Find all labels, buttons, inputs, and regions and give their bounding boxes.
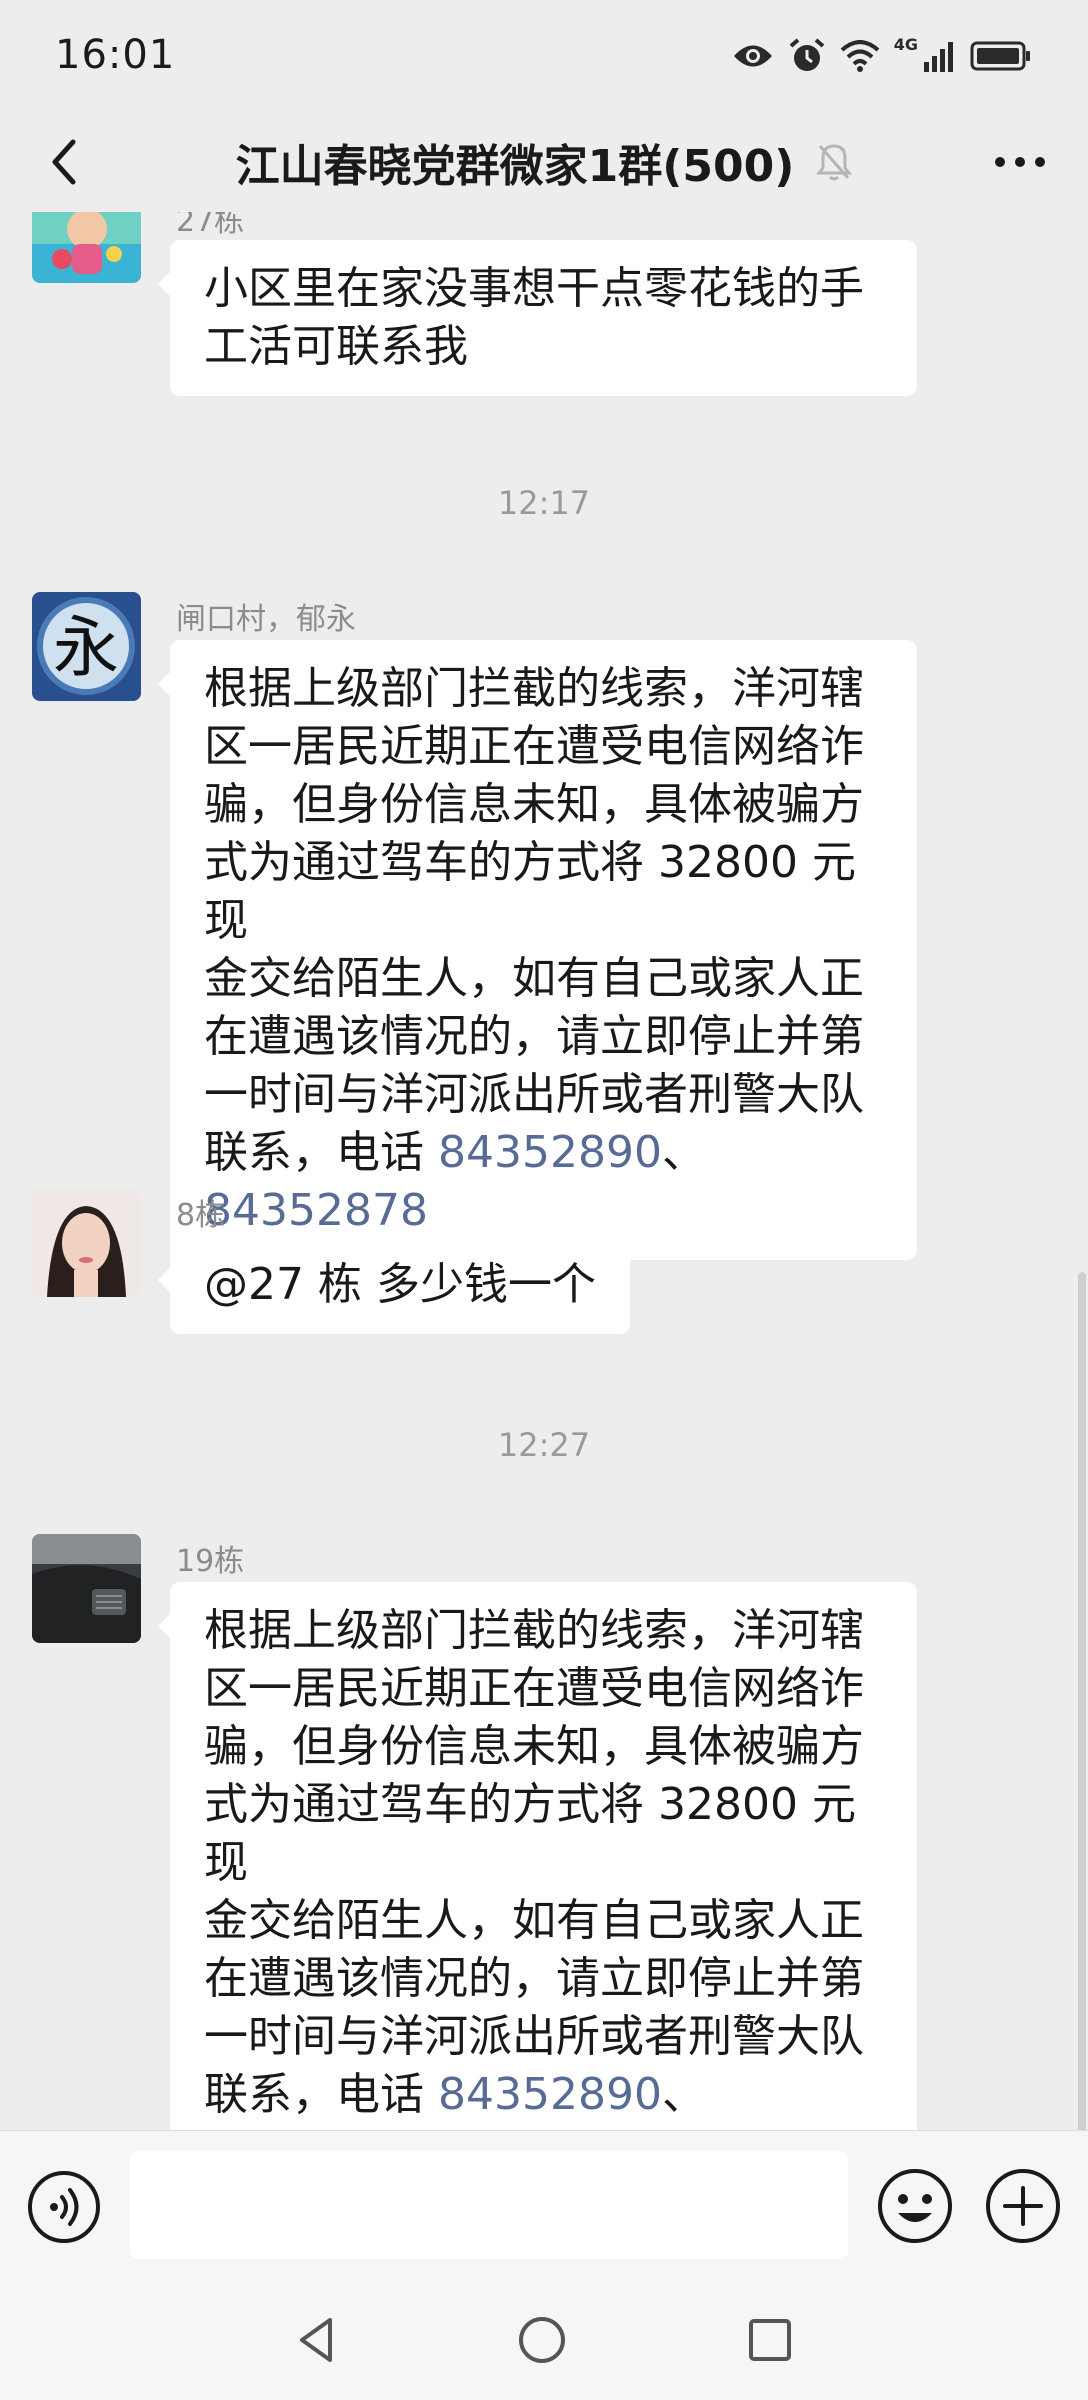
message-line: 联系，电话 84352890、84352878: [204, 2066, 883, 2130]
phone-link[interactable]: 84352890: [438, 1127, 662, 1178]
status-time: 16:01: [55, 32, 176, 78]
message-line: 区一居民近期正在遭受电信网络诈: [204, 1663, 864, 1714]
message-line: 骗，但身份信息未知，具体被骗方: [204, 1721, 864, 1772]
voice-button[interactable]: [26, 2169, 102, 2245]
character-yong-avatar: 永: [32, 592, 141, 701]
network-label: 4G: [893, 34, 918, 54]
status-icons: 4G: [732, 34, 1032, 76]
message-bubble[interactable]: @27 栋 多少钱一个: [158, 1236, 630, 1334]
phone-link[interactable]: 84352878: [204, 1185, 428, 1236]
message-line: 式为通过驾车的方式将 32800 元现: [204, 837, 856, 946]
back-button[interactable]: [28, 126, 100, 198]
sender-name: 27栋: [176, 212, 245, 239]
message-line: 在遭遇该情况的，请立即停止并第: [204, 1011, 864, 1062]
separator: 、: [661, 2069, 706, 2120]
message-line: 一时间与洋河派出所或者刑警大队: [204, 2011, 864, 2062]
avatar-27[interactable]: [32, 212, 141, 283]
avatar-8[interactable]: [32, 1188, 141, 1297]
mute-bell-icon: [816, 144, 853, 181]
avatar-character: 永: [53, 609, 119, 686]
message-bubble[interactable]: 根据上级部门拦截的线索，洋河辖 区一居民近期正在遭受电信网络诈 骗，但身份信息未…: [158, 640, 917, 1260]
sender-name: 闸口村，郁永: [176, 602, 356, 637]
woman-photo-avatar: [32, 1188, 141, 1297]
line-prefix: 联系，电话: [204, 1127, 438, 1178]
nav-back-icon: [300, 2318, 332, 2362]
message-line: 联系，电话 84352890、 84352878: [204, 1124, 883, 1240]
message-line: 区一居民近期正在遭受电信网络诈: [204, 721, 864, 772]
more-button[interactable]: [980, 126, 1060, 198]
message-line: 根据上级部门拦截的线索，洋河辖: [204, 1605, 864, 1656]
timestamp: 12:27: [497, 1426, 591, 1464]
line-prefix: 联系，电话: [204, 2069, 438, 2120]
chat-title-text: 江山春晓党群微家1群(500): [235, 141, 795, 192]
nav-back-button[interactable]: [290, 2312, 346, 2368]
eye-icon: [733, 45, 772, 67]
message-line: 小区里在家没事想干点零花钱的手: [204, 263, 864, 314]
separator: 、: [661, 1127, 706, 1178]
message-line: 工活可联系我: [204, 321, 468, 372]
voice-icon: [28, 2171, 100, 2243]
signal-icon: [924, 42, 953, 72]
message-line: @27 栋 多少钱一个: [204, 1259, 596, 1310]
add-icon: [986, 2169, 1060, 2243]
message-line: 金交给陌生人，如有自己或家人正: [204, 953, 864, 1004]
sender-name: 8栋: [176, 1198, 226, 1233]
nav-home-button[interactable]: [514, 2312, 570, 2368]
message-line: 一时间与洋河派出所或者刑警大队: [204, 1069, 864, 1120]
alarm-icon: [789, 38, 825, 71]
message-line: 在遭遇该情况的，请立即停止并第: [204, 1953, 864, 2004]
emoji-button[interactable]: [876, 2167, 954, 2245]
car-interior-avatar: [32, 1534, 141, 1643]
back-arrow-icon: [52, 139, 76, 185]
message-bubble[interactable]: 根据上级部门拦截的线索，洋河辖 区一居民近期正在遭受电信网络诈 骗，但身份信息未…: [158, 1582, 917, 2130]
nav-recent-button[interactable]: [742, 2312, 798, 2368]
message-bubble[interactable]: 小区里在家没事想干点零花钱的手 工活可联系我: [158, 240, 917, 396]
chat-screen: 16:01 4G 江山春晓党群微家1群(500) 27栋 小区里在家没事想干点零…: [0, 0, 1088, 2400]
battery-icon: [970, 41, 1030, 71]
timestamp: 12:17: [497, 484, 591, 522]
system-nav-bar: [0, 2282, 1088, 2400]
child-photo-avatar: [32, 212, 141, 283]
emoji-icon: [878, 2169, 952, 2243]
message-line: 式为通过驾车的方式将 32800 元现: [204, 1779, 856, 1888]
add-button[interactable]: [984, 2167, 1062, 2245]
message-line: 根据上级部门拦截的线索，洋河辖: [204, 663, 864, 714]
avatar-zhakoucun[interactable]: 永: [32, 592, 141, 701]
wifi-icon: [840, 40, 880, 72]
chat-title: 江山春晓党群微家1群(500): [0, 112, 1088, 212]
message-input[interactable]: [130, 2151, 848, 2259]
avatar-19[interactable]: [32, 1534, 141, 1643]
message-list[interactable]: 27栋 小区里在家没事想干点零花钱的手 工活可联系我 12:17 永 闸口村，郁…: [0, 212, 1088, 2130]
message-line: 骗，但身份信息未知，具体被骗方: [204, 779, 864, 830]
sender-name: 19栋: [176, 1544, 245, 1579]
nav-home-icon: [519, 2317, 565, 2363]
more-dots-icon: [995, 157, 1045, 167]
scrollbar[interactable]: [1078, 1272, 1086, 2130]
status-bar: 16:01 4G: [0, 0, 1088, 112]
phone-link[interactable]: 84352890: [438, 2069, 662, 2120]
message-line: 金交给陌生人，如有自己或家人正: [204, 1895, 864, 1946]
title-bar: 江山春晓党群微家1群(500): [0, 112, 1088, 212]
input-bar: [0, 2130, 1088, 2282]
nav-recent-icon: [749, 2319, 791, 2361]
